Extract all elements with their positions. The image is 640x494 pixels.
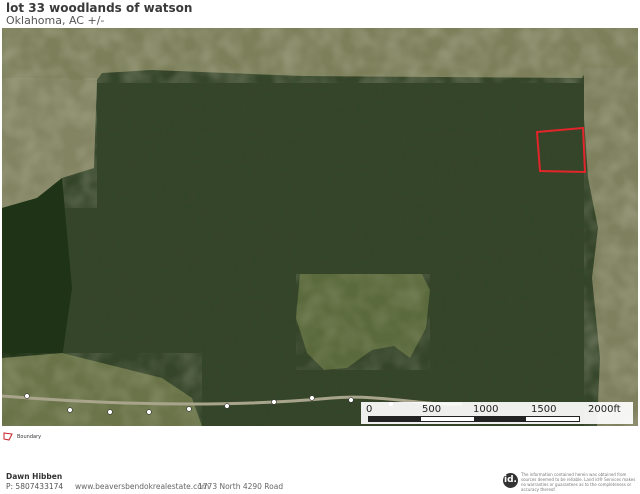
- agent-name: Dawn Hibben: [6, 472, 63, 481]
- property-address: 1773 North 4290 Road: [198, 482, 284, 491]
- scale-track: [368, 416, 580, 422]
- agent-phone: P: 5807433174: [6, 482, 64, 491]
- scale-label-1000: 1000: [473, 404, 499, 415]
- disclaimer: The information contained herein was obt…: [521, 472, 636, 492]
- boundary-polygon-icon: [3, 432, 13, 441]
- legend: Boundary: [3, 432, 41, 441]
- scale-label-500: 500: [422, 404, 442, 415]
- scale-label-1500: 1500: [531, 404, 557, 415]
- agent-info: Dawn Hibben P: 5807433174: [6, 472, 63, 492]
- website-link[interactable]: www.beaversbendokrealestate.com: [75, 482, 209, 491]
- map-subtitle: Oklahoma, AC +/-: [6, 14, 105, 27]
- scale-label-2000: 2000ft: [588, 404, 621, 415]
- legend-label: Boundary: [17, 433, 42, 440]
- landid-logo: id.: [503, 473, 518, 488]
- map-title: lot 33 woodlands of watson: [6, 1, 193, 15]
- aerial-imagery: [2, 28, 638, 426]
- aerial-map[interactable]: 0 500 1000 1500 2000ft: [2, 28, 638, 426]
- scale-label-0: 0: [366, 404, 373, 415]
- conifer-strip: [2, 178, 72, 368]
- scale-bar: 0 500 1000 1500 2000ft: [361, 402, 633, 424]
